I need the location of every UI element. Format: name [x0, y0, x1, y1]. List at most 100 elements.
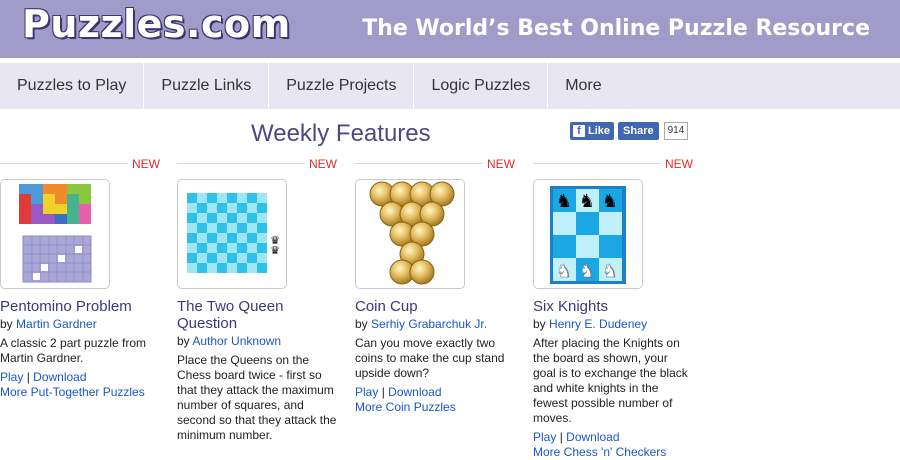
chess-square — [257, 203, 267, 213]
card-description: After placing the Knights on the board a… — [533, 336, 688, 425]
download-link[interactable]: Download — [33, 370, 86, 384]
chess-square — [197, 243, 207, 253]
author-link[interactable]: Author Unknown — [192, 334, 281, 348]
chess-square — [197, 223, 207, 233]
facebook-share-button[interactable]: Share — [618, 122, 659, 140]
new-badge: NEW — [483, 157, 515, 171]
chess-square — [217, 223, 227, 233]
nav-item-more[interactable]: More — [548, 63, 618, 109]
pentomino-thumbnail[interactable] — [0, 179, 110, 289]
link-separator: | — [26, 370, 30, 384]
card-description: A classic 2 part puzzle from Martin Gard… — [0, 336, 147, 365]
more-puzzles-link[interactable]: More Chess 'n' Checkers — [533, 445, 666, 459]
chess-square — [257, 243, 267, 253]
site-header: Puzzles.com The World’s Best Online Puzz… — [0, 0, 900, 58]
chess-square — [207, 253, 217, 263]
by-label: by — [533, 317, 546, 331]
more-links: More Chess 'n' Checkers — [533, 445, 693, 460]
site-tagline: The World’s Best Online Puzzle Resource — [362, 16, 870, 41]
more-links: More Coin Puzzles — [355, 400, 515, 415]
chess-square — [187, 233, 197, 243]
svg-text:♞: ♞ — [602, 261, 618, 281]
chess-square — [247, 233, 257, 243]
chessboard-image: ♛ ♛ — [178, 180, 286, 288]
by-label: by — [355, 317, 368, 331]
nav-item-puzzle-links[interactable]: Puzzle Links — [144, 63, 270, 109]
coins-image — [356, 180, 464, 288]
main-nav: Puzzles to Play Puzzle Links Puzzle Proj… — [0, 63, 900, 109]
card-description: Can you move exactly two coins to make t… — [355, 336, 505, 380]
byline: by Serhiy Grabarchuk Jr. — [355, 317, 515, 332]
chess-square — [247, 193, 257, 203]
card-title[interactable]: Six Knights — [533, 298, 693, 315]
link-separator: | — [559, 430, 563, 444]
chess-square — [237, 223, 247, 233]
chess-square — [247, 213, 257, 223]
by-label: by — [0, 317, 13, 331]
chess-square — [247, 253, 257, 263]
new-badge: NEW — [128, 157, 160, 171]
knights-board-image: ♞ ♞ ♞ ♞ ♞ ♞ — [534, 180, 642, 288]
card-links: Play | Download — [355, 385, 515, 400]
card-description: Place the Queens on the Chess board twic… — [177, 353, 337, 442]
link-separator: | — [381, 385, 385, 399]
section-title: Weekly Features — [251, 120, 431, 147]
chess-square — [207, 233, 217, 243]
card-body: by Henry E. Dudeney After placing the Kn… — [533, 317, 693, 460]
nav-item-logic-puzzles[interactable]: Logic Puzzles — [414, 63, 549, 109]
chess-square — [187, 193, 197, 203]
more-links: More Put-Together Puzzles — [0, 385, 160, 400]
svg-text:♞: ♞ — [579, 261, 595, 281]
play-link[interactable]: Play — [355, 385, 378, 399]
coin-cup-thumbnail[interactable] — [355, 179, 465, 289]
chess-square — [237, 263, 247, 273]
nav-item-puzzles-to-play[interactable]: Puzzles to Play — [0, 63, 145, 109]
six-knights-thumbnail[interactable]: ♞ ♞ ♞ ♞ ♞ ♞ — [533, 179, 643, 289]
nav-item-puzzle-projects[interactable]: Puzzle Projects — [269, 63, 415, 109]
chess-square — [197, 263, 207, 273]
svg-text:♞: ♞ — [556, 261, 572, 281]
byline: by Henry E. Dudeney — [533, 317, 693, 332]
new-badge: NEW — [305, 157, 337, 171]
author-link[interactable]: Henry E. Dudeney — [549, 317, 647, 331]
chess-square — [207, 213, 217, 223]
chess-square — [257, 223, 267, 233]
chess-square — [227, 213, 237, 223]
chess-square — [227, 253, 237, 263]
author-link[interactable]: Serhiy Grabarchuk Jr. — [371, 317, 487, 331]
svg-text:♞: ♞ — [602, 191, 618, 211]
play-link[interactable]: Play — [0, 370, 23, 384]
like-label: Like — [588, 125, 611, 137]
card-title[interactable]: The Two Queen Question — [177, 298, 337, 332]
svg-text:♞: ♞ — [556, 191, 572, 211]
card-body: by Martin Gardner A classic 2 part puzzl… — [0, 317, 160, 400]
chess-square — [207, 193, 217, 203]
chess-square — [237, 203, 247, 213]
download-link[interactable]: Download — [566, 430, 619, 444]
site-logo[interactable]: Puzzles.com — [22, 2, 291, 46]
download-link[interactable]: Download — [388, 385, 441, 399]
chess-square — [217, 203, 227, 213]
byline: by Author Unknown — [177, 334, 337, 349]
chess-square — [257, 263, 267, 273]
card-title[interactable]: Pentomino Problem — [0, 298, 160, 315]
social-buttons: f Like Share 914 — [570, 122, 689, 140]
card-body: by Author Unknown Place the Queens on th… — [177, 334, 337, 447]
facebook-icon: f — [573, 125, 585, 137]
more-puzzles-link[interactable]: More Put-Together Puzzles — [0, 385, 145, 399]
two-queen-thumbnail[interactable]: ♛ ♛ — [177, 179, 287, 289]
chess-square — [237, 243, 247, 253]
card-title[interactable]: Coin Cup — [355, 298, 515, 315]
chess-square — [227, 193, 237, 203]
facebook-like-button[interactable]: f Like — [570, 122, 615, 140]
author-link[interactable]: Martin Gardner — [16, 317, 97, 331]
byline: by Martin Gardner — [0, 317, 160, 332]
more-puzzles-link[interactable]: More Coin Puzzles — [355, 400, 456, 414]
chess-square — [187, 253, 197, 263]
play-link[interactable]: Play — [533, 430, 556, 444]
pentomino-image — [1, 180, 109, 288]
by-label: by — [177, 334, 190, 348]
new-badge: NEW — [661, 157, 693, 171]
card-links: Play | Download — [533, 430, 693, 445]
chess-square — [217, 243, 227, 253]
